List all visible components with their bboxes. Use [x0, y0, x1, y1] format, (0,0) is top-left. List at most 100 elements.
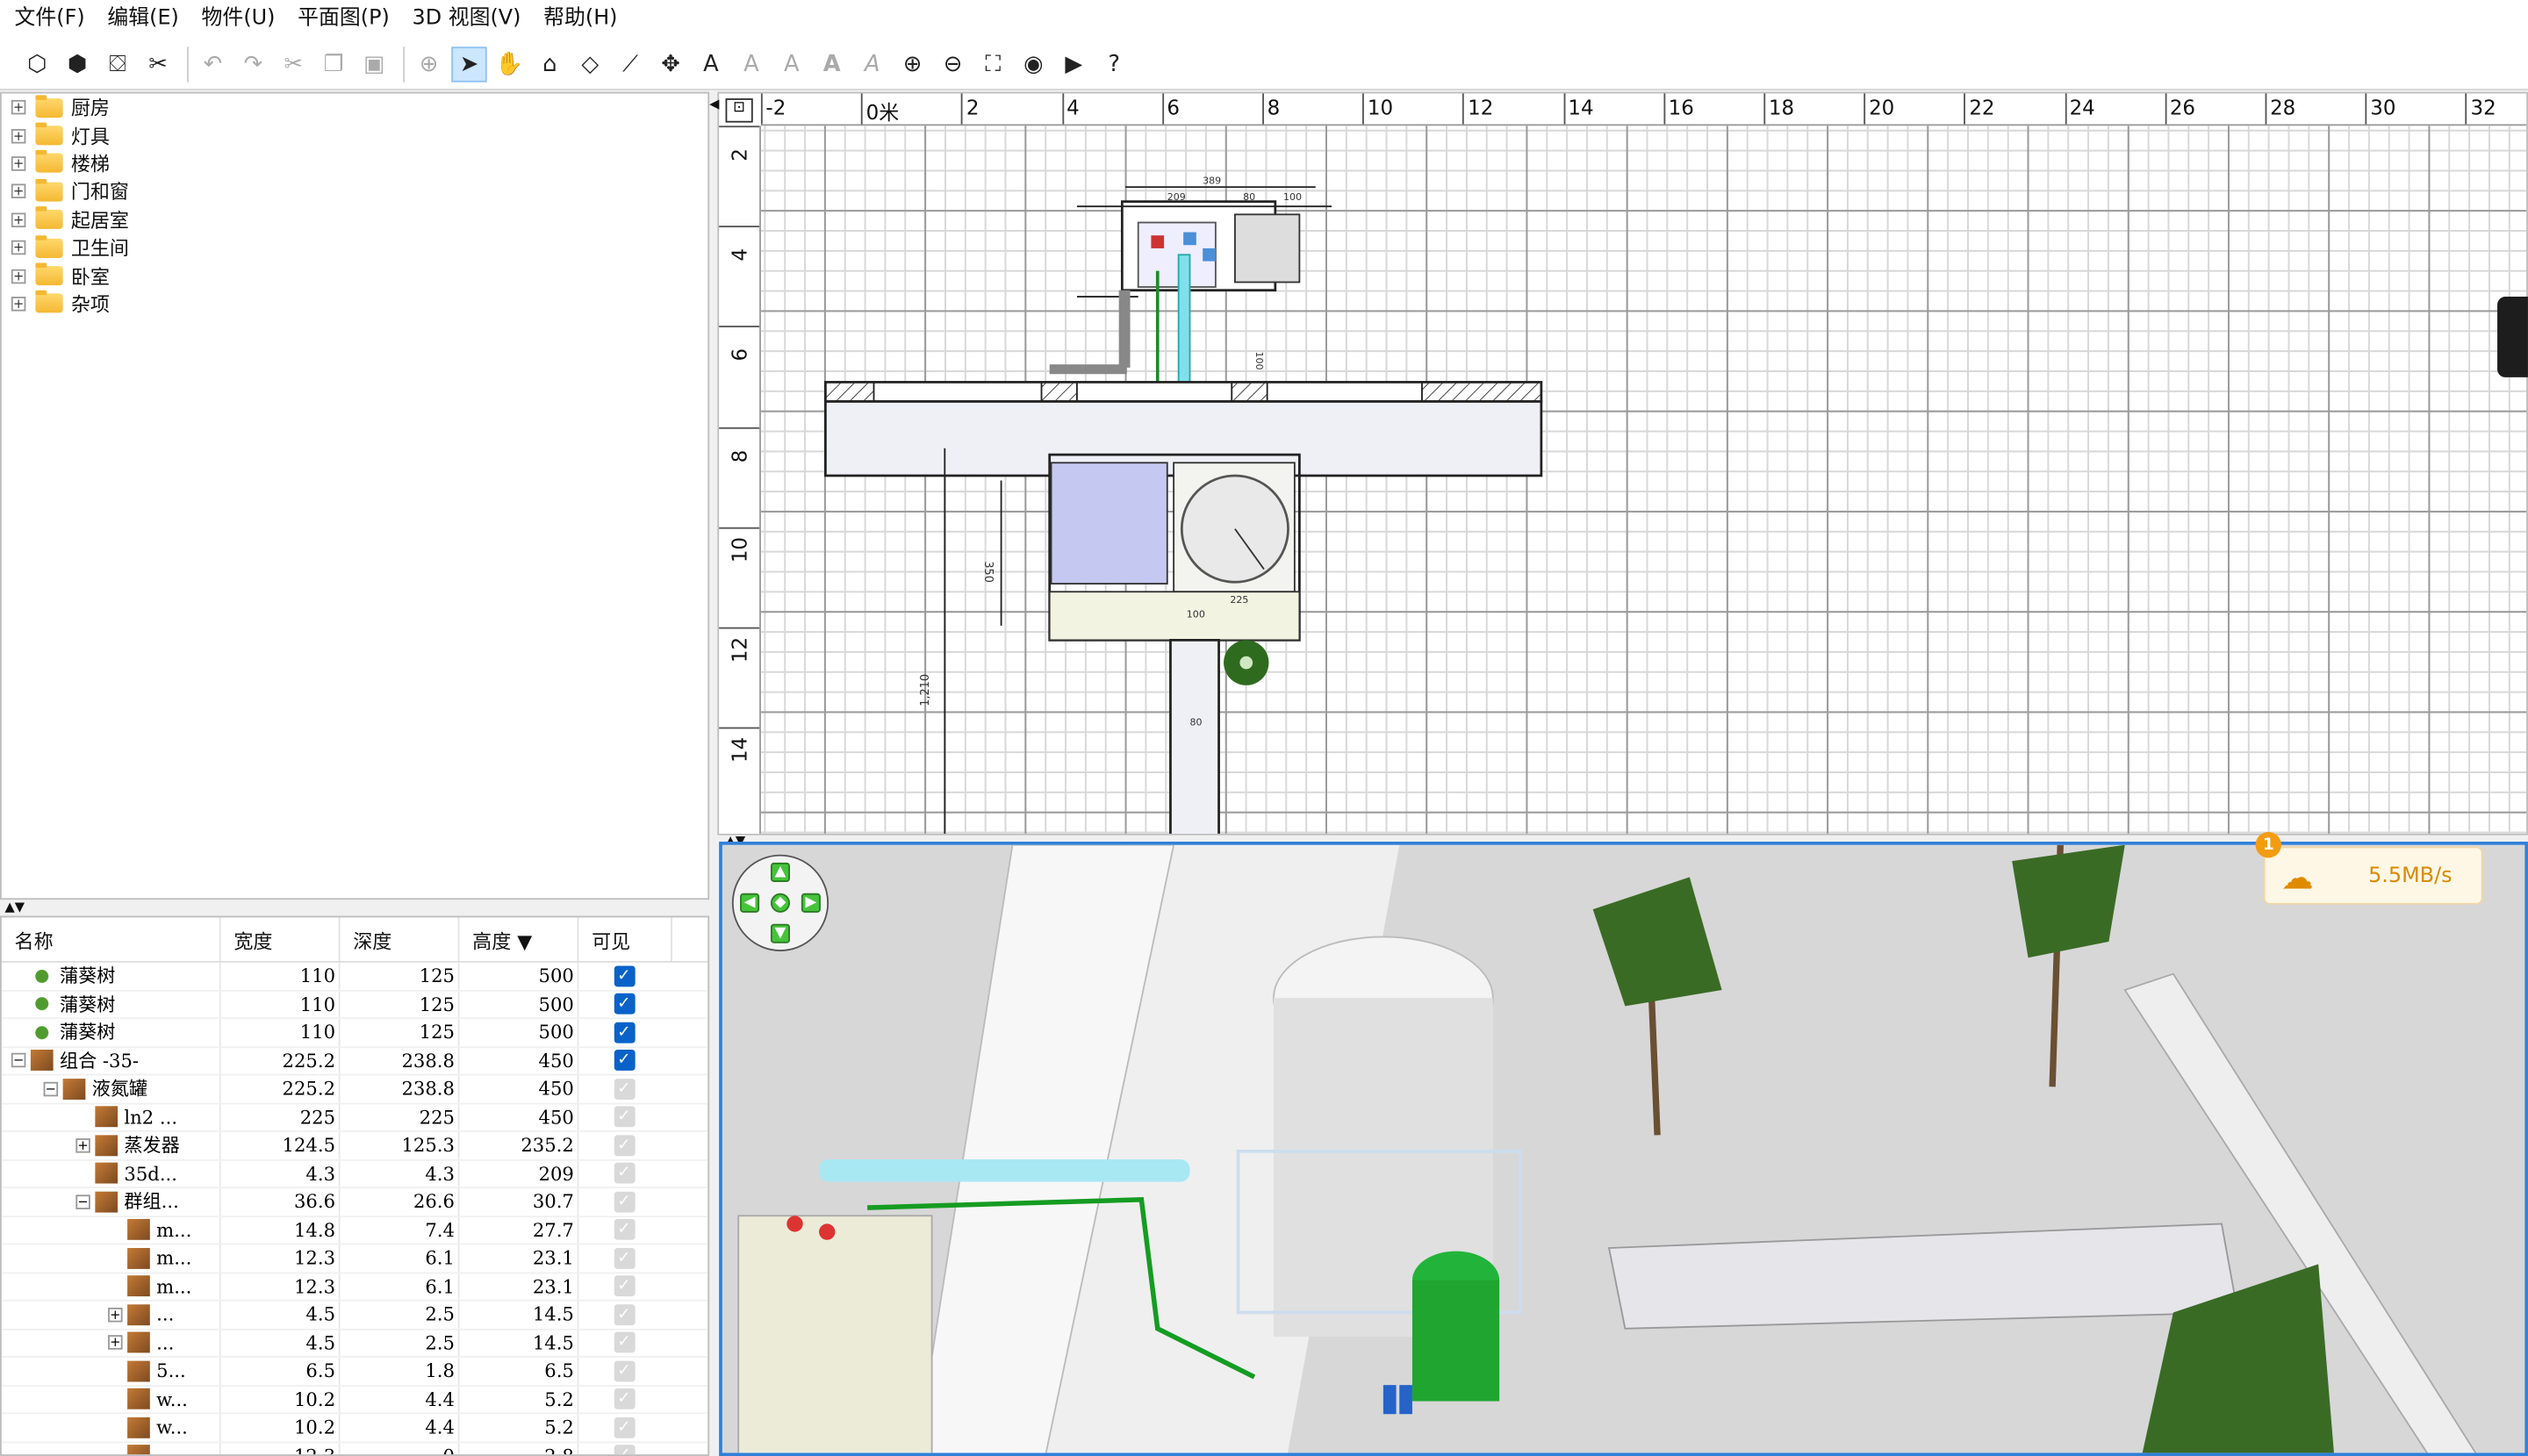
redo-icon[interactable]: ↷	[235, 46, 270, 81]
catalog-category[interactable]: + 卫生间	[2, 233, 707, 262]
table-row[interactable]: m... 12.3 6.1 23.1 ✓	[1, 1244, 708, 1273]
expand-icon[interactable]: +	[11, 128, 26, 143]
visible-checkbox[interactable]: ✓	[613, 1022, 635, 1044]
create-rooms-icon[interactable]: ⌂	[532, 46, 567, 81]
create-polylines-icon[interactable]: ⟋	[613, 46, 648, 81]
expand-icon[interactable]: +	[108, 1307, 123, 1323]
visible-checkbox[interactable]: ✓	[613, 1050, 635, 1072]
expand-icon[interactable]: +	[11, 184, 26, 199]
side-splitter-arrows[interactable]: ◀	[709, 97, 719, 111]
visible-checkbox[interactable]: ✓	[613, 1303, 635, 1325]
menu-plan[interactable]: 平面图(P)	[286, 0, 400, 39]
table-row[interactable]: − 液氮罐 225.2 238.8 450 ✓	[1, 1075, 708, 1104]
bold-text-icon[interactable]: A	[815, 46, 850, 81]
menu-file[interactable]: 文件(F)	[4, 0, 97, 39]
import-model-icon[interactable]: ⛶	[975, 46, 1010, 81]
undo-icon[interactable]: ↶	[195, 46, 230, 81]
expand-icon[interactable]: +	[11, 156, 26, 171]
table-row[interactable]: +... 4.5 2.5 14.5 ✓	[1, 1301, 708, 1330]
catalog-category[interactable]: + 起居室	[2, 205, 707, 233]
menu-3d-view[interactable]: 3D 视图(V)	[401, 0, 533, 39]
table-row[interactable]: 5... 6.5 1.8 6.5 ✓	[1, 1357, 708, 1387]
paste-icon[interactable]: ▣	[356, 46, 391, 81]
nav-right-icon[interactable]: ▶	[801, 893, 821, 913]
save-icon[interactable]: ⛋	[100, 46, 135, 81]
visible-checkbox[interactable]: ✓	[613, 1247, 635, 1269]
table-row[interactable]: 35d... 4.3 4.3 209 ✓	[1, 1159, 708, 1189]
expand-icon[interactable]: −	[43, 1081, 59, 1096]
visible-checkbox[interactable]: ✓	[613, 1331, 635, 1353]
expand-icon[interactable]: −	[11, 1053, 26, 1068]
nav-up-icon[interactable]: ▲	[770, 862, 790, 882]
catalog-category[interactable]: + 厨房	[2, 94, 707, 122]
help-icon[interactable]: ?	[1096, 46, 1131, 81]
network-speed-widget[interactable]: 1 ☁ 5.5MB/s	[2255, 831, 2483, 905]
expand-icon[interactable]: +	[11, 212, 26, 227]
expand-icon[interactable]: +	[11, 240, 26, 255]
visible-checkbox[interactable]: ✓	[613, 1445, 635, 1455]
expand-icon[interactable]: −	[75, 1194, 90, 1209]
visible-checkbox[interactable]: ✓	[613, 1417, 635, 1438]
add-furniture-icon[interactable]: ⊕	[411, 46, 446, 81]
increase-text-icon[interactable]: A	[734, 46, 769, 81]
table-row[interactable]: ln2 ... 225 225 450 ✓	[1, 1103, 708, 1132]
catalog-category[interactable]: + 灯具	[2, 122, 707, 150]
expand-icon[interactable]: +	[11, 296, 26, 312]
menu-help[interactable]: 帮助(H)	[532, 0, 628, 39]
expand-icon[interactable]: +	[108, 1335, 123, 1351]
table-row[interactable]: 蒲葵树 110 125 500 ✓	[1, 990, 708, 1020]
select-icon[interactable]: ➤	[451, 46, 487, 82]
open-icon[interactable]: ⬢	[60, 46, 95, 81]
nav-down-icon[interactable]: ▼	[770, 923, 790, 943]
visible-checkbox[interactable]: ✓	[613, 1134, 635, 1156]
table-row[interactable]: w... 10.2 4.4 5.2 ✓	[1, 1386, 708, 1415]
plan-view[interactable]: -2 0米 2 4 6 8 10 12 14 16 18 20 22 24 26 28 30 32 2 4 6 8 10 1…	[717, 91, 2528, 836]
visible-checkbox[interactable]: ✓	[613, 1219, 635, 1241]
3d-view[interactable]: ▲ ▼ ◀ ▶ ◆	[719, 842, 2528, 1456]
catalog-category[interactable]: + 门和窗	[2, 177, 707, 205]
table-row[interactable]: − 群组... 36.6 26.6 30.7 ✓	[1, 1188, 708, 1217]
nav-center-icon[interactable]: ◆	[770, 893, 790, 913]
column-depth[interactable]: 深度	[341, 917, 460, 961]
column-name[interactable]: 名称	[2, 917, 221, 961]
visible-checkbox[interactable]: ✓	[613, 993, 635, 1015]
visible-checkbox[interactable]: ✓	[613, 1163, 635, 1184]
create-video-icon[interactable]: ▶	[1056, 46, 1091, 81]
zoom-out-icon[interactable]: ⊖	[935, 46, 970, 81]
new-home-icon[interactable]: ⬡	[19, 46, 54, 81]
visible-checkbox[interactable]: ✓	[613, 1388, 635, 1410]
table-row[interactable]: 12.3 0 2.8 ✓	[2, 1442, 707, 1455]
create-walls-icon[interactable]: ◇	[572, 46, 607, 81]
table-row[interactable]: w... 10.2 4.4 5.2 ✓	[1, 1414, 708, 1443]
table-row[interactable]: + 蒸发器 124.5 125.3 235.2 ✓	[1, 1131, 708, 1160]
column-height[interactable]: 高度 ▼	[459, 917, 579, 961]
table-row[interactable]: 蒲葵树 110 125 500 ✓	[1, 1019, 708, 1048]
copy-icon[interactable]: ❐	[316, 46, 351, 81]
catalog-category[interactable]: + 楼梯	[2, 149, 707, 177]
navigation-control[interactable]: ▲ ▼ ◀ ▶ ◆	[731, 854, 830, 951]
table-row[interactable]: m... 12.3 6.1 23.1 ✓	[1, 1273, 708, 1302]
nav-left-icon[interactable]: ◀	[740, 893, 760, 913]
create-dimensions-icon[interactable]: ✥	[653, 46, 688, 81]
expand-icon[interactable]: +	[11, 268, 26, 283]
table-row[interactable]: +... 4.5 2.5 14.5 ✓	[1, 1329, 708, 1358]
edge-handle[interactable]	[2497, 297, 2528, 377]
menu-furniture[interactable]: 物件(U)	[190, 0, 287, 39]
catalog-category[interactable]: + 杂项	[2, 290, 707, 318]
expand-icon[interactable]: +	[11, 100, 26, 115]
add-text-icon[interactable]: A	[693, 46, 729, 81]
visible-checkbox[interactable]: ✓	[613, 1191, 635, 1213]
visible-checkbox[interactable]: ✓	[613, 1275, 635, 1297]
table-row[interactable]: m... 14.8 7.4 27.7 ✓	[1, 1216, 708, 1245]
italic-text-icon[interactable]: A	[854, 46, 889, 81]
cut-icon[interactable]: ✂	[276, 46, 311, 81]
catalog-category[interactable]: + 卧室	[2, 262, 707, 290]
table-row[interactable]: 蒲葵树 110 125 500 ✓	[1, 962, 708, 991]
column-width[interactable]: 宽度	[221, 917, 341, 961]
visible-checkbox[interactable]: ✓	[613, 1360, 635, 1382]
zoom-in-icon[interactable]: ⊕	[894, 46, 930, 81]
splitter-arrows[interactable]: ▲▼	[5, 900, 25, 914]
visible-checkbox[interactable]: ✓	[613, 965, 635, 986]
visible-checkbox[interactable]: ✓	[613, 1078, 635, 1100]
decrease-text-icon[interactable]: A	[774, 46, 809, 81]
